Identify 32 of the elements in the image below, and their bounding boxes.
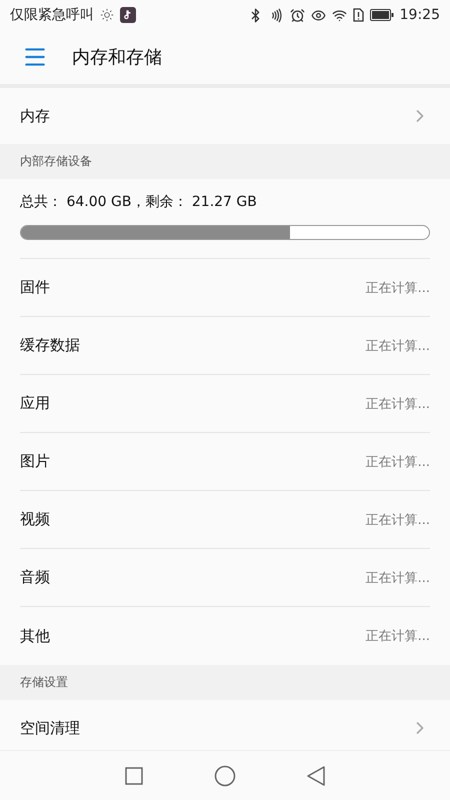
category-size: 正在计算... xyxy=(366,454,430,470)
storage-category-row[interactable]: 音频 正在计算... xyxy=(20,549,430,607)
category-size: 正在计算... xyxy=(366,338,430,354)
recents-button[interactable] xyxy=(125,766,144,784)
storage-category-row[interactable]: 图片 正在计算... xyxy=(20,433,430,491)
battery-icon xyxy=(370,9,394,21)
home-button[interactable] xyxy=(214,764,236,786)
back-button[interactable] xyxy=(306,766,325,786)
section-title: 内部存储设备 xyxy=(20,153,92,170)
music-note-icon xyxy=(120,7,136,23)
category-size: 正在计算... xyxy=(366,628,430,645)
eye-icon xyxy=(310,8,326,22)
brightness-icon xyxy=(100,8,114,22)
clock-time: 19:25 xyxy=(400,7,440,23)
category-size: 正在计算... xyxy=(366,396,430,412)
carrier-text: 仅限紧急呼叫 xyxy=(10,6,94,24)
storage-category-row[interactable]: 其他 正在计算... xyxy=(20,607,430,665)
storage-category-row[interactable]: 固件 正在计算... xyxy=(20,259,430,317)
storage-category-row[interactable]: 视频 正在计算... xyxy=(20,491,430,549)
category-size: 正在计算... xyxy=(366,570,430,586)
category-size: 正在计算... xyxy=(366,280,430,296)
section-title: 存储设置 xyxy=(20,674,68,691)
category-size: 正在计算... xyxy=(366,512,430,528)
memory-row[interactable]: 内存 xyxy=(20,88,430,144)
storage-category-row[interactable]: 缓存数据 正在计算... xyxy=(20,317,430,375)
page-title: 内存和存储 xyxy=(72,46,162,69)
sim-alert-icon xyxy=(352,8,364,22)
settings-row[interactable]: 空间清理 xyxy=(20,700,430,750)
alarm-icon xyxy=(290,8,305,22)
wifi-icon xyxy=(332,8,347,22)
storage-summary: 总共： 64.00 GB，剩余： 21.27 GB xyxy=(20,194,257,210)
storage-category-row[interactable]: 应用 正在计算... xyxy=(20,375,430,433)
